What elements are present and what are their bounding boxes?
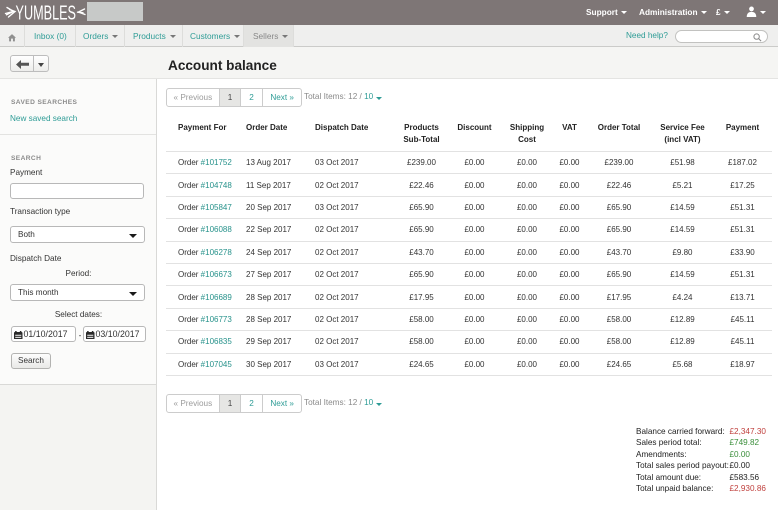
svg-text:YUMBLES: YUMBLES — [16, 2, 77, 25]
